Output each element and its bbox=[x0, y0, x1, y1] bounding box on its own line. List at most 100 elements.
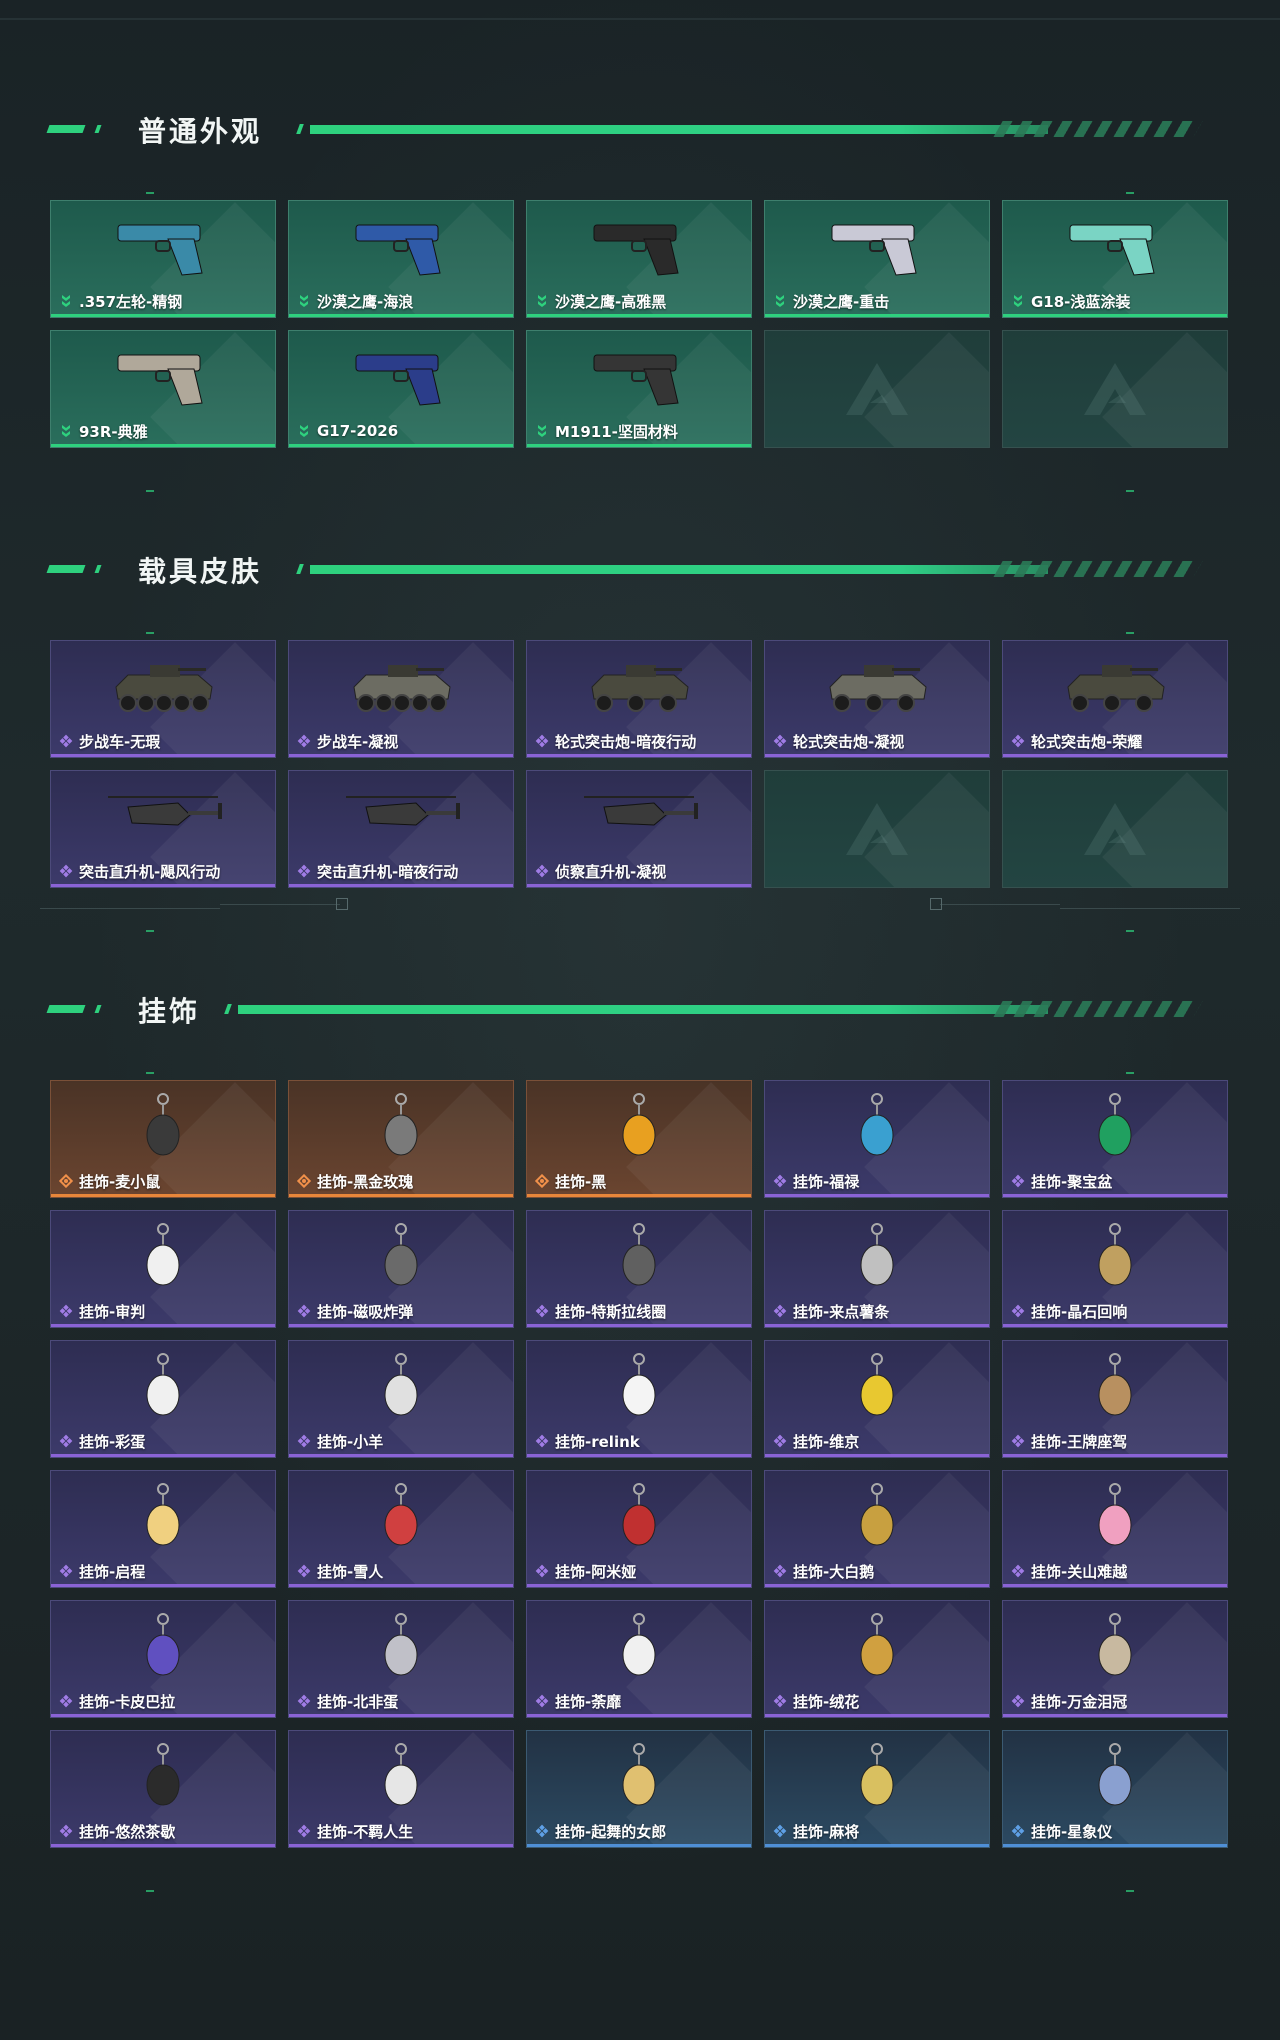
item-label-row: 挂饰-福禄 bbox=[773, 1171, 859, 1191]
item-card[interactable]: 沙漠之鹰-高雅黑 bbox=[526, 200, 752, 318]
item-card[interactable]: 挂饰-福禄 bbox=[764, 1080, 990, 1198]
item-card[interactable]: 挂饰-关山难越 bbox=[1002, 1470, 1228, 1588]
item-card[interactable]: 沙漠之鹰-重击 bbox=[764, 200, 990, 318]
item-name: 步战车-无瑕 bbox=[79, 732, 161, 751]
item-card[interactable]: 挂饰-小羊 bbox=[288, 1340, 514, 1458]
rarity-chevron-icon bbox=[538, 295, 546, 307]
item-label-row: .357左轮-精钢 bbox=[59, 291, 182, 311]
item-card[interactable]: 挂饰-特斯拉线圈 bbox=[526, 1210, 752, 1328]
item-name: .357左轮-精钢 bbox=[79, 292, 183, 311]
item-card[interactable]: 挂饰-雪人 bbox=[288, 1470, 514, 1588]
item-card[interactable]: M1911-坚固材料 bbox=[526, 330, 752, 448]
rarity-diamond-icon bbox=[535, 864, 549, 878]
corner-tick bbox=[1126, 490, 1134, 492]
charm-icon bbox=[384, 1353, 418, 1416]
rarity-diamond-icon bbox=[773, 1824, 787, 1838]
item-card[interactable]: 挂饰-relink bbox=[526, 1340, 752, 1458]
item-label-row: 挂饰-麻将 bbox=[773, 1821, 859, 1841]
item-name: 突击直升机-飓风行动 bbox=[79, 862, 221, 881]
item-card[interactable]: 挂饰-黑金玫瑰 bbox=[288, 1080, 514, 1198]
section-title-bar bbox=[310, 565, 1048, 574]
item-card[interactable]: 挂饰-磁吸炸弹 bbox=[288, 1210, 514, 1328]
item-name: 挂饰-悠然茶歇 bbox=[79, 1822, 176, 1841]
item-card[interactable]: 挂饰-聚宝盆 bbox=[1002, 1080, 1228, 1198]
item-card[interactable]: 挂饰-北非蛋 bbox=[288, 1600, 514, 1718]
corner-tick bbox=[146, 632, 154, 634]
rarity-diamond-icon bbox=[535, 1564, 549, 1578]
item-card[interactable]: 挂饰-绒花 bbox=[764, 1600, 990, 1718]
item-card[interactable]: 挂饰-荼靡 bbox=[526, 1600, 752, 1718]
item-card[interactable]: 挂饰-启程 bbox=[50, 1470, 276, 1588]
item-card[interactable]: 突击直升机-飓风行动 bbox=[50, 770, 276, 888]
empty-slot bbox=[1002, 770, 1228, 888]
item-name: 侦察直升机-凝视 bbox=[555, 862, 667, 881]
rarity-chevron-icon bbox=[62, 295, 70, 307]
item-label-row: 沙漠之鹰-海浪 bbox=[297, 291, 413, 311]
item-name: 挂饰-维京 bbox=[793, 1432, 860, 1451]
rarity-diamond-icon bbox=[297, 1694, 311, 1708]
item-name: 挂饰-审判 bbox=[79, 1302, 146, 1321]
item-card[interactable]: 挂饰-大白鹅 bbox=[764, 1470, 990, 1588]
item-card[interactable]: G18-浅蓝涂装 bbox=[1002, 200, 1228, 318]
item-card[interactable]: 轮式突击炮-暗夜行动 bbox=[526, 640, 752, 758]
item-card[interactable]: 挂饰-悠然茶歇 bbox=[50, 1730, 276, 1848]
item-name: 挂饰-relink bbox=[555, 1432, 640, 1451]
hud-square bbox=[930, 898, 942, 910]
item-card[interactable]: .357左轮-精钢 bbox=[50, 200, 276, 318]
corner-tick bbox=[1126, 632, 1134, 634]
corner-tick bbox=[146, 1072, 154, 1074]
item-card[interactable]: 挂饰-维京 bbox=[764, 1340, 990, 1458]
pistol-icon bbox=[593, 354, 679, 406]
item-label-row: 挂饰-卡皮巴拉 bbox=[59, 1691, 175, 1711]
item-card[interactable]: 沙漠之鹰-海浪 bbox=[288, 200, 514, 318]
header-accent bbox=[296, 564, 304, 574]
item-card[interactable]: 挂饰-来点薯条 bbox=[764, 1210, 990, 1328]
charm-icon bbox=[622, 1613, 656, 1676]
item-label-row: 轮式突击炮-荣耀 bbox=[1011, 731, 1142, 751]
item-label-row: 沙漠之鹰-重击 bbox=[773, 291, 889, 311]
charm-icon bbox=[146, 1743, 180, 1806]
item-name: 挂饰-不羁人生 bbox=[317, 1822, 414, 1841]
item-card[interactable]: 突击直升机-暗夜行动 bbox=[288, 770, 514, 888]
item-label-row: G17-2026 bbox=[297, 421, 398, 441]
item-card[interactable]: 挂饰-黑 bbox=[526, 1080, 752, 1198]
item-label-row: 轮式突击炮-凝视 bbox=[773, 731, 904, 751]
rarity-chevron-icon bbox=[1014, 295, 1022, 307]
item-label-row: 挂饰-关山难越 bbox=[1011, 1561, 1127, 1581]
item-name: 挂饰-雪人 bbox=[317, 1562, 384, 1581]
rarity-diamond-icon bbox=[535, 1174, 549, 1188]
item-card[interactable]: 挂饰-万金泪冠 bbox=[1002, 1600, 1228, 1718]
item-name: 轮式突击炮-暗夜行动 bbox=[555, 732, 697, 751]
helicopter-icon bbox=[108, 796, 222, 826]
item-card[interactable]: 轮式突击炮-凝视 bbox=[764, 640, 990, 758]
item-card[interactable]: 挂饰-卡皮巴拉 bbox=[50, 1600, 276, 1718]
item-card[interactable]: 93R-典雅 bbox=[50, 330, 276, 448]
item-card[interactable]: 轮式突击炮-荣耀 bbox=[1002, 640, 1228, 758]
item-card[interactable]: 挂饰-星象仪 bbox=[1002, 1730, 1228, 1848]
item-card[interactable]: 挂饰-不羁人生 bbox=[288, 1730, 514, 1848]
item-card[interactable]: 侦察直升机-凝视 bbox=[526, 770, 752, 888]
pistol-icon bbox=[831, 224, 917, 276]
item-card[interactable]: 挂饰-起舞的女郎 bbox=[526, 1730, 752, 1848]
item-name: 挂饰-黑 bbox=[555, 1172, 607, 1191]
item-card[interactable]: 步战车-无瑕 bbox=[50, 640, 276, 758]
item-card[interactable]: 挂饰-审判 bbox=[50, 1210, 276, 1328]
item-name: 挂饰-黑金玫瑰 bbox=[317, 1172, 414, 1191]
item-card[interactable]: 挂饰-晶石回响 bbox=[1002, 1210, 1228, 1328]
item-card[interactable]: 挂饰-麻将 bbox=[764, 1730, 990, 1848]
hud-line bbox=[220, 904, 340, 905]
item-card[interactable]: 挂饰-麦小鼠 bbox=[50, 1080, 276, 1198]
item-card[interactable]: 挂饰-阿米娅 bbox=[526, 1470, 752, 1588]
item-card[interactable]: 挂饰-彩蛋 bbox=[50, 1340, 276, 1458]
item-card[interactable]: 挂饰-王牌座驾 bbox=[1002, 1340, 1228, 1458]
rarity-diamond-icon bbox=[535, 1824, 549, 1838]
rarity-chevron-icon bbox=[776, 295, 784, 307]
charm-icon bbox=[622, 1093, 656, 1156]
item-card[interactable]: 步战车-凝视 bbox=[288, 640, 514, 758]
item-card[interactable]: G17-2026 bbox=[288, 330, 514, 448]
charm-icon bbox=[860, 1093, 894, 1156]
rarity-chevron-icon bbox=[300, 425, 308, 437]
item-name: 挂饰-阿米娅 bbox=[555, 1562, 637, 1581]
item-name: 沙漠之鹰-重击 bbox=[793, 292, 890, 311]
item-label-row: 挂饰-晶石回响 bbox=[1011, 1301, 1127, 1321]
